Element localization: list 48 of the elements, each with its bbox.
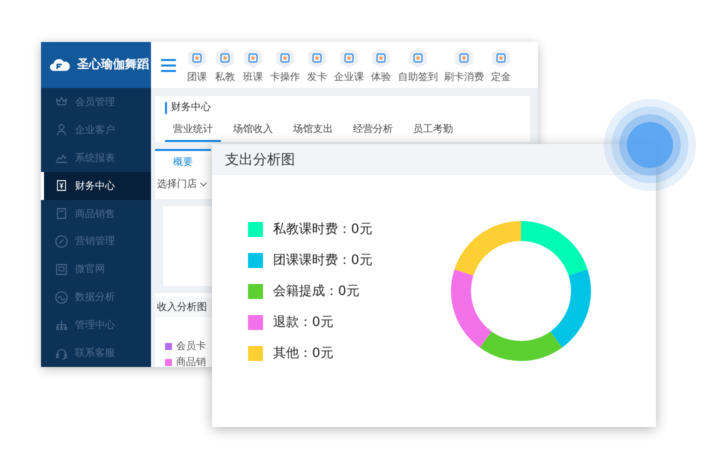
toolbar-button[interactable]: 卡操作 — [270, 46, 300, 84]
legend-label: 会籍提成：0元 — [273, 283, 360, 300]
toolbar-button[interactable]: 刷卡消费 — [444, 46, 484, 84]
toolbar-button[interactable]: 团课 — [186, 46, 208, 84]
hexagon-icon — [407, 46, 429, 68]
headset-icon — [55, 346, 68, 360]
toolbar-button[interactable]: 私教 — [214, 46, 236, 84]
hexagon-icon — [370, 46, 392, 68]
dialog-title: 支出分析图 — [225, 150, 295, 168]
brand-name: 圣心瑜伽舞蹈 — [77, 56, 149, 74]
chevron-down-icon — [200, 182, 207, 186]
hexagon-icon — [214, 46, 236, 68]
cloud-icon — [49, 57, 71, 72]
sidebar-item[interactable]: 财务中心 — [41, 172, 151, 200]
tab[interactable]: 场馆支出 — [285, 120, 341, 142]
legend-label: 商品销 — [176, 356, 206, 367]
bag-icon — [55, 207, 68, 220]
legend-label: 其他：0元 — [273, 345, 334, 362]
person-icon — [55, 123, 68, 136]
tab[interactable]: 营业统计 — [165, 120, 221, 142]
toolbar-button[interactable]: 发卡 — [306, 46, 328, 84]
hexagon-icon — [274, 46, 296, 68]
toolbar-button[interactable]: 企业课 — [334, 46, 364, 84]
wave-icon — [55, 290, 68, 304]
tab[interactable]: 场馆收入 — [225, 120, 281, 142]
legend-label: 退款：0元 — [273, 314, 334, 331]
org-chart-icon — [55, 318, 68, 332]
toolbar-button[interactable]: 自助签到 — [398, 46, 438, 84]
percent-icon — [55, 234, 68, 248]
toolbar-button[interactable]: 体验 — [370, 46, 392, 84]
hexagon-icon — [186, 46, 208, 68]
tab[interactable]: 员工考勤 — [405, 120, 461, 142]
store-dropdown[interactable]: 选择门店 — [155, 173, 209, 195]
section-title: 财务中心 — [165, 102, 530, 114]
legend-label: 会员卡 — [176, 340, 206, 353]
toolbar-button[interactable]: 班课 — [242, 46, 264, 84]
hexagon-icon — [490, 46, 512, 68]
legend-label: 私教课时费：0元 — [273, 221, 372, 238]
legend-label: 团课课时费：0元 — [273, 252, 372, 269]
toolbar-button[interactable]: 定金 — [490, 46, 512, 84]
hexagon-icon — [242, 46, 264, 68]
hexagon-icon — [338, 46, 360, 68]
hexagon-icon — [453, 46, 475, 68]
yen-icon — [55, 179, 68, 192]
hexagon-icon — [306, 46, 328, 68]
tab[interactable]: 经营分析 — [345, 120, 401, 142]
badge-icon — [55, 262, 68, 276]
menu-icon[interactable] — [161, 58, 176, 72]
